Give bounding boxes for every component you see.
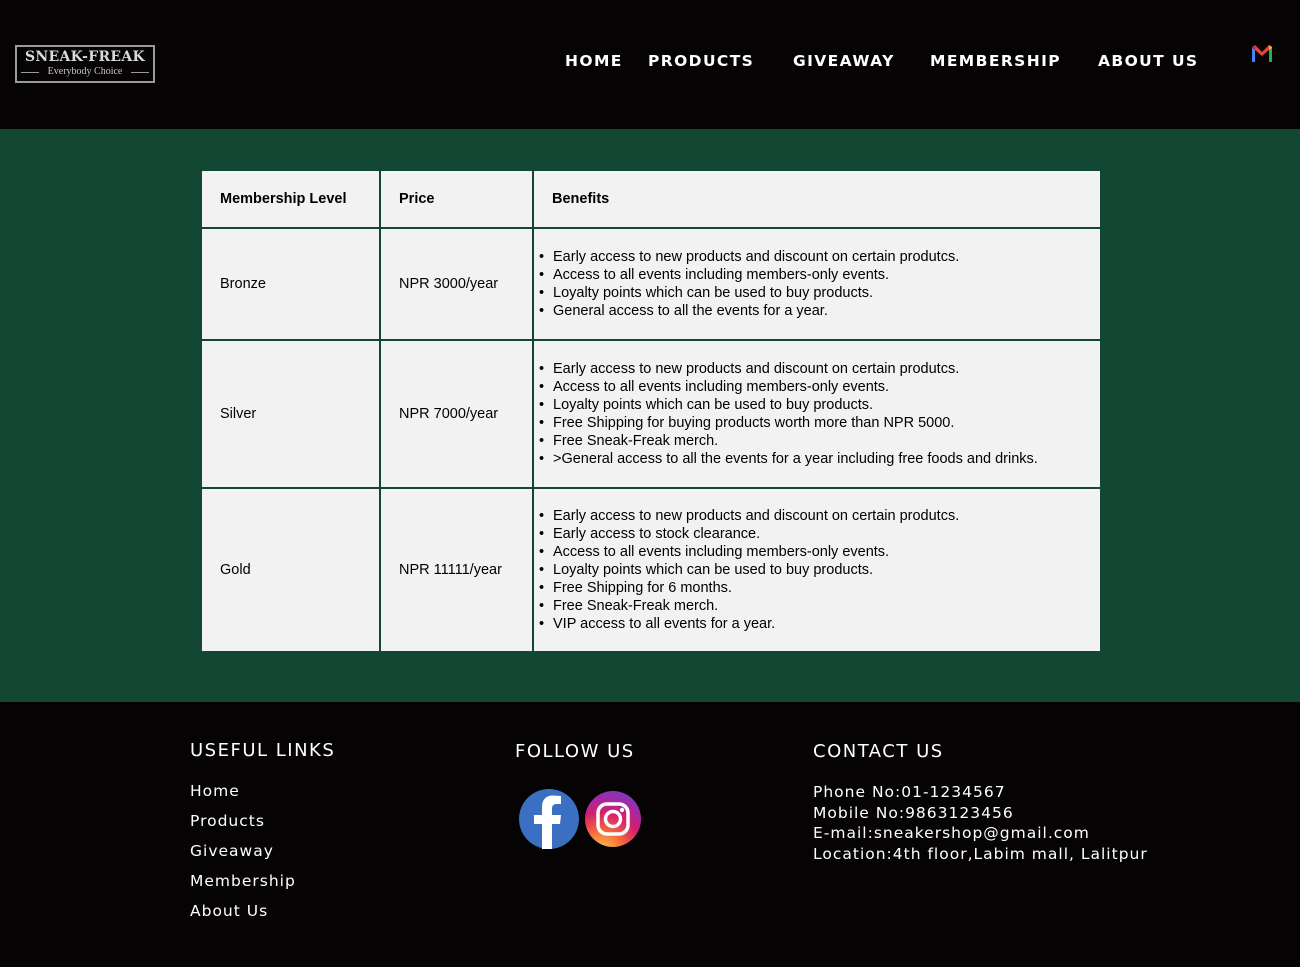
benefit-item: Access to all events including members-o… [539,266,1100,284]
nav-about-us[interactable]: ABOUT US [1098,52,1199,70]
benefit-item: Early access to new products and discoun… [539,507,1100,525]
footer-link-products[interactable]: Products [190,812,265,830]
level-cell: Bronze [200,227,381,341]
table-row: Silver NPR 7000/year Early access to new… [200,339,1102,489]
gmail-icon[interactable] [1251,43,1273,63]
contact-email: E-mail:sneakershop@gmail.com [813,824,1090,842]
footer-link-home[interactable]: Home [190,782,240,800]
contact-location: Location:4th floor,Labim mall, Lalitpur [813,844,1148,863]
benefits-cell: Early access to new products and discoun… [532,227,1102,341]
nav-giveaway[interactable]: GIVEAWAY [793,52,895,70]
benefit-item: Access to all events including members-o… [539,543,1100,561]
benefit-item: Early access to new products and discoun… [539,360,1100,378]
benefits-list: Early access to new products and discoun… [534,360,1100,468]
benefit-item: Free Shipping for 6 months. [539,579,1100,597]
nav-products[interactable]: PRODUCTS [648,52,754,70]
benefit-item: Loyalty points which can be used to buy … [539,561,1100,579]
footer-link-about-us[interactable]: About Us [190,902,268,920]
header-membership-level: Membership Level [200,169,381,229]
level-cell: Gold [200,487,381,653]
contact-us-heading: CONTACT US [813,741,944,762]
benefit-item: VIP access to all events for a year. [539,615,1100,633]
header-price: Price [379,169,534,229]
benefit-item: Free Sneak-Freak merch. [539,597,1100,615]
membership-table: Membership Level Price Benefits Bronze N… [200,169,1102,653]
benefits-cell: Early access to new products and discoun… [532,487,1102,653]
footer-link-giveaway[interactable]: Giveaway [190,842,274,860]
logo-subtitle: Everybody Choice [17,66,153,78]
table-row: Gold NPR 11111/year Early access to new … [200,487,1102,653]
site-logo[interactable]: SNEAK-FREAK Everybody Choice [15,45,155,83]
instagram-glyph [596,802,630,836]
level-cell: Silver [200,339,381,489]
contact-details: Phone No:01-1234567 Mobile No:9863123456… [813,782,1148,864]
header-benefits: Benefits [532,169,1102,229]
benefit-item: Free Shipping for buying products worth … [539,414,1100,432]
benefit-item: Early access to stock clearance. [539,525,1100,543]
facebook-glyph [534,795,561,849]
benefit-item: Access to all events including members-o… [539,378,1100,396]
membership-section: Membership Level Price Benefits Bronze N… [0,129,1300,702]
nav-home[interactable]: HOME [565,52,623,70]
follow-us-heading: FOLLOW US [515,741,635,762]
price-cell: NPR 3000/year [379,227,534,341]
benefit-item: Loyalty points which can be used to buy … [539,284,1100,302]
nav-membership[interactable]: MEMBERSHIP [930,52,1061,70]
site-header: SNEAK-FREAK Everybody Choice HOME PRODUC… [0,0,1300,129]
benefit-item: General access to all the events for a y… [539,302,1100,320]
facebook-icon[interactable] [519,789,579,849]
table-row: Bronze NPR 3000/year Early access to new… [200,227,1102,341]
price-cell: NPR 11111/year [379,487,534,653]
benefits-list: Early access to new products and discoun… [534,248,1100,320]
benefit-item: Loyalty points which can be used to buy … [539,396,1100,414]
benefits-list: Early access to new products and discoun… [534,507,1100,633]
price-cell: NPR 7000/year [379,339,534,489]
logo-title: SNEAK-FREAK [25,49,145,65]
benefit-item: Early access to new products and discoun… [539,248,1100,266]
contact-phone: Phone No:01-1234567 [813,783,1006,801]
benefits-cell: Early access to new products and discoun… [532,339,1102,489]
benefit-item: Free Sneak-Freak merch. [539,432,1100,450]
table-header-row: Membership Level Price Benefits [200,169,1102,229]
site-footer: USEFUL LINKS Home Products Giveaway Memb… [0,702,1300,967]
benefit-item: >General access to all the events for a … [539,450,1100,468]
useful-links-heading: USEFUL LINKS [190,740,336,761]
footer-link-membership[interactable]: Membership [190,872,296,890]
instagram-icon[interactable] [585,791,641,847]
contact-mobile: Mobile No:9863123456 [813,803,1014,822]
